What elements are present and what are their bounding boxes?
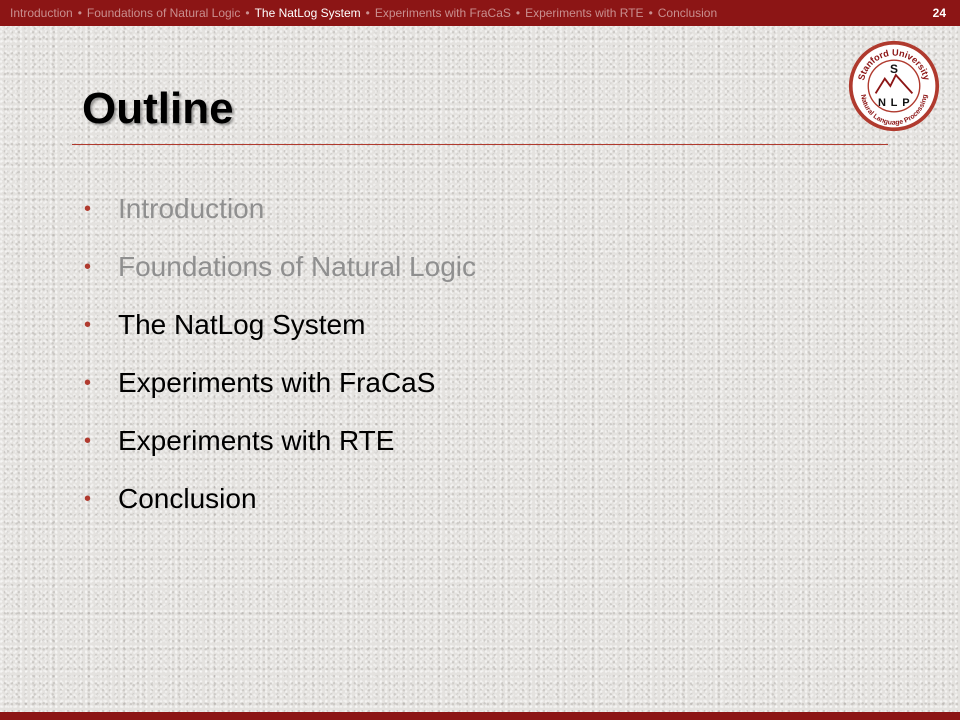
breadcrumb-item-introduction[interactable]: Introduction: [10, 6, 73, 20]
title-divider: [72, 144, 888, 145]
breadcrumb-separator: •: [515, 6, 521, 20]
outline-item-rte: • Experiments with RTE: [80, 420, 476, 478]
logo-letter-s: S: [890, 62, 898, 76]
breadcrumb-separator: •: [77, 6, 82, 20]
outline-item-label: Introduction: [118, 193, 265, 224]
outline-item-label: Foundations of Natural Logic: [118, 251, 476, 282]
bullet-icon: •: [84, 314, 92, 336]
logo-letter-l: L: [891, 97, 898, 109]
header-bar: Introduction • Foundations of Natural Logi…: [0, 0, 960, 26]
breadcrumb-item-natlog-system[interactable]: The NatLog System: [255, 6, 361, 20]
breadcrumb-item-conclusion[interactable]: Conclusion: [658, 6, 717, 20]
logo-letter-p: P: [902, 97, 909, 109]
outline-item-label: Experiments with RTE: [118, 425, 395, 456]
breadcrumb-item-rte[interactable]: Experiments with RTE: [525, 6, 643, 20]
breadcrumb: Introduction • Foundations of Natural Logi…: [10, 6, 890, 21]
bullet-icon: •: [84, 198, 92, 220]
breadcrumb-separator: •: [648, 6, 653, 20]
footer-bar: [0, 712, 960, 720]
outline-item-introduction: • Introduction: [80, 188, 476, 246]
bullet-icon: •: [84, 488, 92, 510]
breadcrumb-item-foundations[interactable]: Foundations of Natural Logic: [87, 6, 240, 20]
outline-item-conclusion: • Conclusion: [80, 478, 476, 536]
logo-letter-n: N: [878, 97, 886, 109]
outline-item-label: The NatLog System: [118, 309, 366, 340]
outline-list: • Introduction • Foundations of Natural …: [80, 188, 476, 536]
outline-item-label: Conclusion: [118, 483, 257, 514]
bullet-icon: •: [84, 430, 92, 452]
breadcrumb-item-fracas[interactable]: Experiments with FraCaS: [375, 6, 511, 20]
outline-item-foundations: • Foundations of Natural Logic: [80, 246, 476, 304]
outline-item-natlog-system: • The NatLog System: [80, 304, 476, 362]
breadcrumb-separator: •: [245, 6, 250, 20]
slide-title: Outline: [82, 84, 234, 133]
outline-item-label: Experiments with FraCaS: [118, 367, 436, 398]
stanford-nlp-logo: Stanford University Natural Language Pro…: [848, 40, 940, 132]
bullet-icon: •: [84, 372, 92, 394]
outline-item-fracas: • Experiments with FraCaS: [80, 362, 476, 420]
bullet-icon: •: [84, 256, 92, 278]
slide-number: 24: [932, 6, 946, 20]
breadcrumb-separator: •: [365, 6, 370, 20]
